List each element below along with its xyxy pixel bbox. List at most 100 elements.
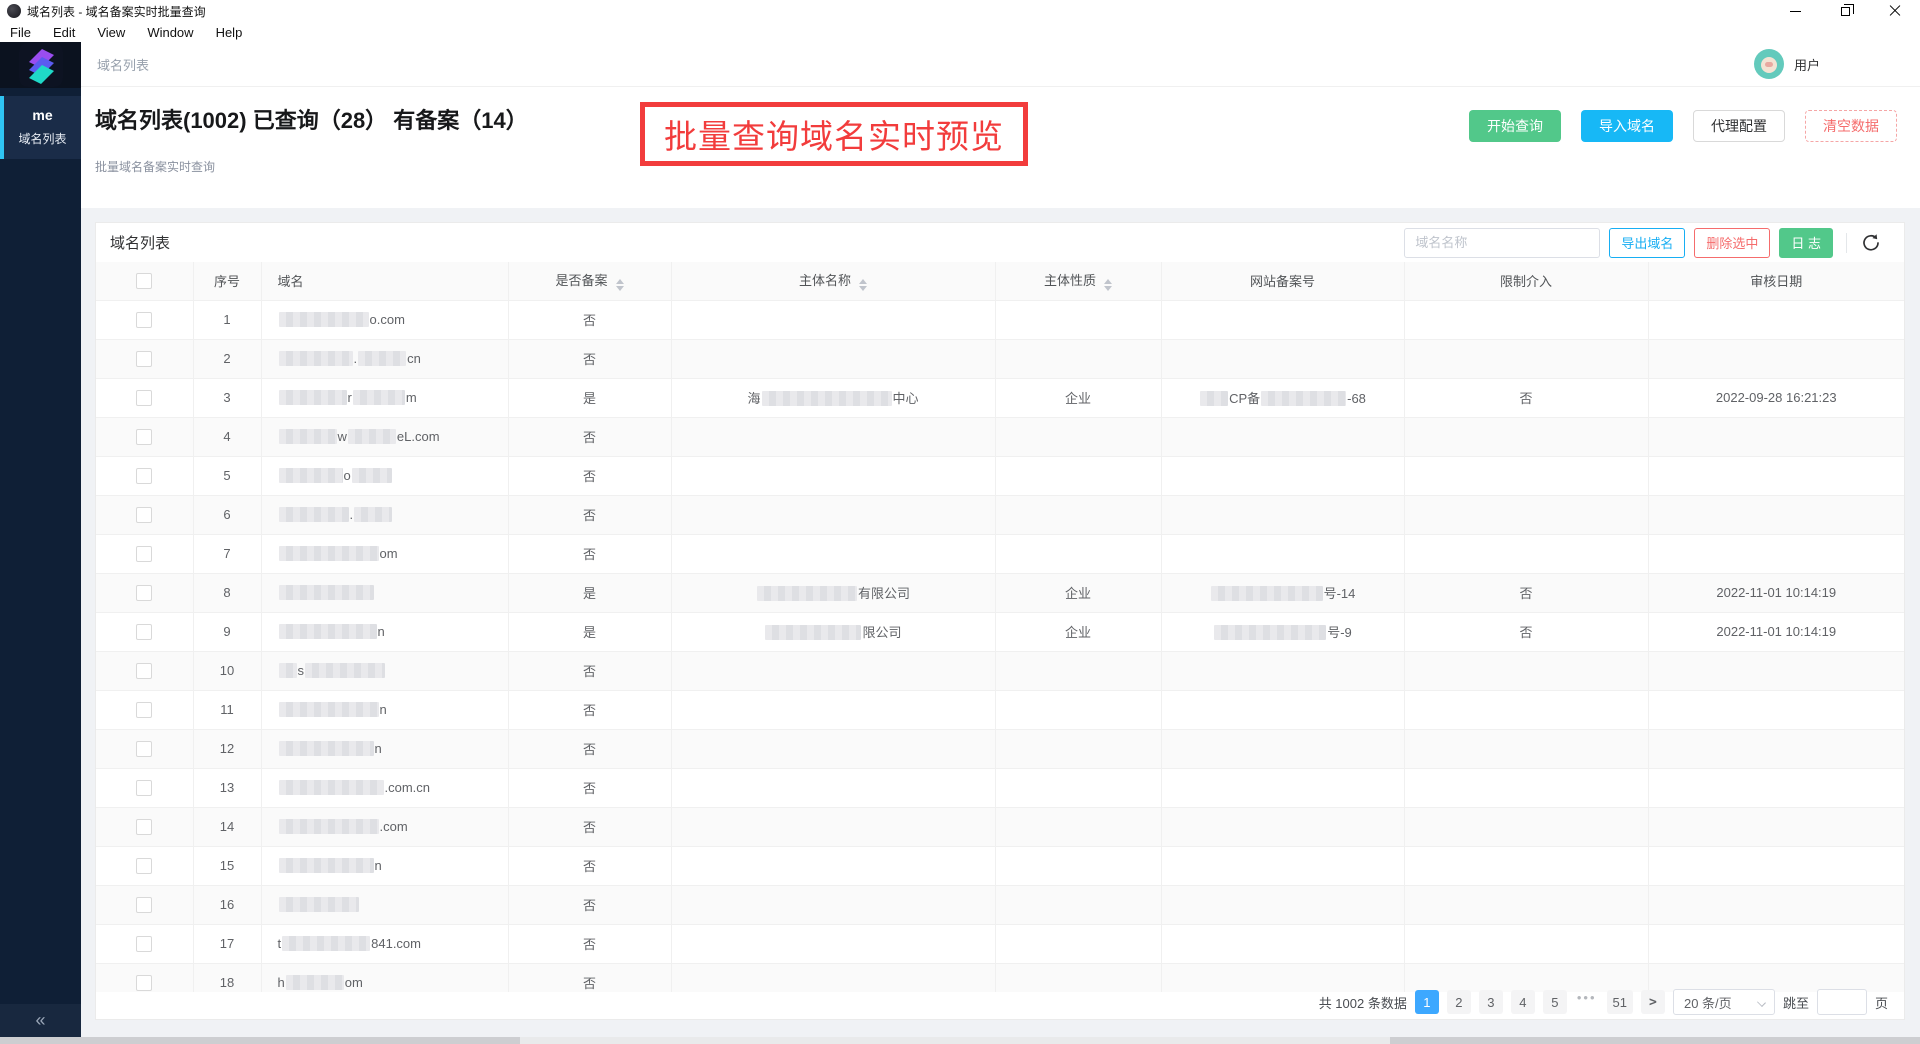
- page-button-4[interactable]: 4: [1511, 990, 1535, 1014]
- column-header-restrict: 限制介入: [1404, 262, 1648, 300]
- minimize-icon: [1790, 11, 1801, 12]
- cell-subject: [671, 339, 995, 378]
- cell-license: [1161, 729, 1404, 768]
- action-button-danger-dashed[interactable]: 清空数据: [1805, 110, 1897, 142]
- minimize-button[interactable]: [1770, 0, 1820, 22]
- sort-caret-icon[interactable]: [859, 279, 867, 291]
- row-checkbox[interactable]: [136, 780, 152, 796]
- cell-restrict: 否: [1404, 378, 1648, 417]
- sort-caret-icon[interactable]: [616, 279, 624, 291]
- column-header-checkbox: [96, 262, 193, 300]
- page-button-51[interactable]: 51: [1607, 990, 1633, 1014]
- delete-selected-button[interactable]: 删除选中: [1694, 228, 1770, 258]
- cell-beian: 否: [508, 534, 671, 573]
- row-checkbox[interactable]: [136, 819, 152, 835]
- cell-beian: 否: [508, 651, 671, 690]
- row-checkbox[interactable]: [136, 741, 152, 757]
- cell-beian: 否: [508, 495, 671, 534]
- page-size-select[interactable]: 20 条/页: [1673, 989, 1775, 1015]
- menu-window[interactable]: Window: [147, 25, 193, 40]
- menu-edit[interactable]: Edit: [53, 25, 75, 40]
- restore-button[interactable]: [1820, 0, 1870, 22]
- cell-checkbox: [96, 885, 193, 924]
- column-header-subject[interactable]: 主体名称: [671, 262, 995, 300]
- cell-no: 5: [193, 456, 261, 495]
- action-button-blue[interactable]: 导入域名: [1581, 110, 1673, 142]
- cell-nature: [995, 924, 1161, 963]
- column-header-date: 审核日期: [1648, 262, 1904, 300]
- chevron-down-icon: [1757, 998, 1766, 1007]
- page-actions: 开始查询导入域名代理配置清空数据: [1469, 110, 1897, 142]
- redacted-block: [279, 819, 379, 834]
- row-checkbox[interactable]: [136, 936, 152, 952]
- cell-date: [1648, 729, 1904, 768]
- sidebar-item-domain-list[interactable]: me 域名列表: [0, 96, 81, 159]
- menu-file[interactable]: File: [10, 25, 31, 40]
- pagination-ellipsis[interactable]: •••: [1575, 990, 1599, 1014]
- select-all-checkbox[interactable]: [136, 273, 152, 289]
- annotation-box: 批量查询域名实时预览: [640, 102, 1028, 166]
- row-checkbox[interactable]: [136, 663, 152, 679]
- cell-nature: [995, 534, 1161, 573]
- page-button-2[interactable]: 2: [1447, 990, 1471, 1014]
- page-button-3[interactable]: 3: [1479, 990, 1503, 1014]
- cell-date: [1648, 885, 1904, 924]
- row-checkbox[interactable]: [136, 507, 152, 523]
- row-checkbox[interactable]: [136, 858, 152, 874]
- action-button-plain[interactable]: 代理配置: [1693, 110, 1785, 142]
- cell-restrict: [1404, 690, 1648, 729]
- cell-domain: o.com: [261, 300, 508, 339]
- refresh-icon[interactable]: [1860, 232, 1882, 254]
- sidebar-collapse-button[interactable]: «: [0, 1004, 81, 1037]
- menu-help[interactable]: Help: [216, 25, 243, 40]
- log-button[interactable]: 日 志: [1779, 228, 1833, 258]
- redacted-block: [279, 780, 384, 795]
- cell-date: [1648, 339, 1904, 378]
- row-checkbox[interactable]: [136, 585, 152, 601]
- redacted-block: [358, 351, 406, 366]
- cell-domain: s: [261, 651, 508, 690]
- search-input[interactable]: [1404, 228, 1600, 258]
- cell-restrict: 否: [1404, 573, 1648, 612]
- row-checkbox[interactable]: [136, 897, 152, 913]
- row-checkbox[interactable]: [136, 390, 152, 406]
- next-page-button[interactable]: >: [1641, 990, 1665, 1014]
- column-header-beian[interactable]: 是否备案: [508, 262, 671, 300]
- cell-license: [1161, 924, 1404, 963]
- content-area: 域名列表 导出域名 删除选中 日 志 序号域名是否备案: [81, 208, 1920, 1037]
- row-checkbox[interactable]: [136, 468, 152, 484]
- row-checkbox[interactable]: [136, 546, 152, 562]
- app-logo[interactable]: [0, 42, 81, 88]
- cell-license: [1161, 534, 1404, 573]
- page-button-5[interactable]: 5: [1543, 990, 1567, 1014]
- row-checkbox[interactable]: [136, 702, 152, 718]
- page-header: 域名列表(1002) 已查询（28） 有备案（14） 批量域名备案实时查询 批量…: [81, 88, 1920, 208]
- cell-date: [1648, 924, 1904, 963]
- cell-date: [1648, 417, 1904, 456]
- menu-view[interactable]: View: [97, 25, 125, 40]
- jump-page-input[interactable]: [1817, 989, 1867, 1015]
- redacted-block: [286, 975, 344, 990]
- close-button[interactable]: [1870, 0, 1920, 22]
- row-checkbox[interactable]: [136, 351, 152, 367]
- export-domains-button[interactable]: 导出域名: [1609, 228, 1685, 258]
- cell-date: [1648, 807, 1904, 846]
- redacted-block: [765, 625, 861, 640]
- row-checkbox[interactable]: [136, 975, 152, 991]
- column-header-nature[interactable]: 主体性质: [995, 262, 1161, 300]
- row-checkbox[interactable]: [136, 624, 152, 640]
- avatar: [1754, 49, 1784, 79]
- action-button-green[interactable]: 开始查询: [1469, 110, 1561, 142]
- sidebar-item-label: 域名列表: [4, 130, 81, 147]
- collapse-icon: «: [35, 1010, 45, 1031]
- sort-caret-icon[interactable]: [1104, 279, 1112, 291]
- page-title: 域名列表(1002) 已查询（28） 有备案（14）: [95, 103, 528, 135]
- cell-date: [1648, 690, 1904, 729]
- cell-license: [1161, 885, 1404, 924]
- user-menu[interactable]: 用户: [1754, 49, 1820, 79]
- row-checkbox[interactable]: [136, 429, 152, 445]
- total-count: 共 1002 条数据: [1319, 993, 1407, 1012]
- row-checkbox[interactable]: [136, 312, 152, 328]
- page-button-1[interactable]: 1: [1415, 990, 1439, 1014]
- redacted-block: [762, 391, 892, 406]
